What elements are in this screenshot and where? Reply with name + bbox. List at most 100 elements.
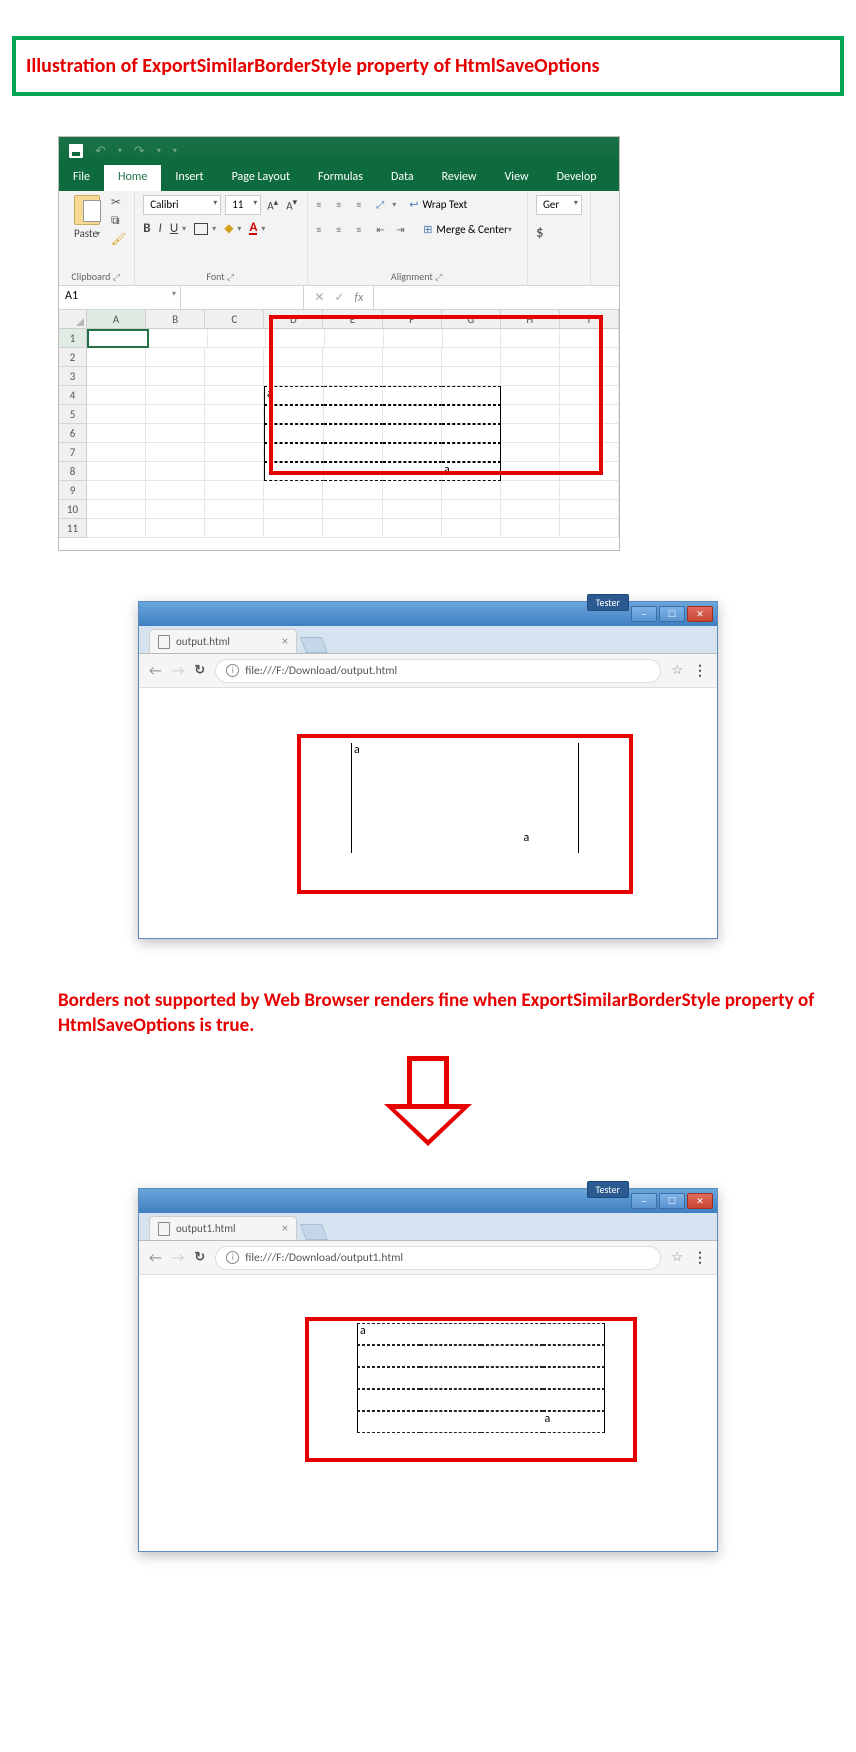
font-size-select[interactable]: 11 xyxy=(225,195,261,215)
info-icon[interactable]: i xyxy=(226,664,239,677)
address-input[interactable]: i file:///F:/Download/output.html xyxy=(215,659,661,683)
select-all-corner[interactable] xyxy=(59,310,87,329)
cell-a1[interactable] xyxy=(87,329,149,348)
tab-close-icon[interactable]: × xyxy=(282,635,288,649)
browser-tab[interactable]: output1.html × xyxy=(149,1216,297,1240)
col-header[interactable]: H xyxy=(501,310,560,329)
alignment-label: Alignment ⤢ xyxy=(316,268,519,283)
align-middle-icon[interactable]: ≡ xyxy=(336,198,350,211)
undo-dropdown-icon[interactable]: ▾ xyxy=(118,146,122,156)
tab-close-icon[interactable]: × xyxy=(282,1222,288,1236)
fx-icon[interactable]: fx xyxy=(354,291,363,305)
bookmark-icon[interactable]: ☆ xyxy=(671,1250,683,1265)
row-header[interactable]: 9 xyxy=(59,481,87,500)
new-tab-button[interactable] xyxy=(300,637,328,653)
menu-icon[interactable]: ⋮ xyxy=(693,662,707,679)
qat-customize-icon[interactable]: ▾ xyxy=(173,146,177,156)
save-icon[interactable] xyxy=(69,144,83,158)
tab-data[interactable]: Data xyxy=(377,165,428,191)
browser-tab[interactable]: output.html × xyxy=(149,629,297,653)
tab-developer[interactable]: Develop xyxy=(543,165,611,191)
align-left-icon[interactable]: ≡ xyxy=(316,223,330,236)
tab-insert[interactable]: Insert xyxy=(161,165,217,191)
font-name-select[interactable]: Calibri xyxy=(143,195,221,215)
row-header[interactable]: 7 xyxy=(59,443,87,462)
close-button[interactable]: ✕ xyxy=(687,606,713,622)
bold-button[interactable]: B xyxy=(143,221,150,236)
tab-home[interactable]: Home xyxy=(104,165,161,191)
reload-button[interactable]: ↻ xyxy=(194,1250,205,1265)
minimize-button[interactable]: ─ xyxy=(631,606,657,622)
align-center-icon[interactable]: ≡ xyxy=(336,223,350,236)
back-button[interactable]: ← xyxy=(149,662,162,679)
align-right-icon[interactable]: ≡ xyxy=(356,223,370,236)
cell-g8[interactable]: a xyxy=(442,462,501,481)
format-painter-icon[interactable]: 🖌 xyxy=(111,232,126,247)
forward-button[interactable]: → xyxy=(172,662,185,679)
row-header[interactable]: 8 xyxy=(59,462,87,481)
cut-icon[interactable]: ✂ xyxy=(111,195,126,210)
border-icon[interactable] xyxy=(194,223,208,235)
back-button[interactable]: ← xyxy=(149,1249,162,1266)
enter-icon[interactable]: ✓ xyxy=(334,290,344,305)
col-header[interactable]: I xyxy=(560,310,619,329)
forward-button[interactable]: → xyxy=(172,1249,185,1266)
tab-view[interactable]: View xyxy=(491,165,543,191)
col-header[interactable]: G xyxy=(442,310,501,329)
decrease-font-icon[interactable]: A▾ xyxy=(284,197,299,213)
orientation-icon[interactable]: ⤢ xyxy=(376,198,390,211)
indent-increase-icon[interactable]: ⇥ xyxy=(396,223,410,236)
bookmark-icon[interactable]: ☆ xyxy=(671,663,683,678)
row-header[interactable]: 4 xyxy=(59,386,87,405)
tab-review[interactable]: Review xyxy=(428,165,491,191)
number-format-select[interactable]: Ger xyxy=(536,195,582,215)
align-bottom-icon[interactable]: ≡ xyxy=(356,198,370,211)
name-box[interactable]: A1 xyxy=(59,286,181,309)
currency-icon[interactable]: $ xyxy=(536,224,544,242)
fill-color-icon[interactable]: ◆ xyxy=(224,221,233,236)
col-header[interactable]: C xyxy=(205,310,264,329)
merge-center-button[interactable]: ⊞Merge & Center ▾ xyxy=(416,220,519,239)
copy-icon[interactable]: ⧉▾ xyxy=(111,214,126,228)
spreadsheet-grid[interactable]: A B C D E F G H I 1 2 3 4 5 6 7 8 9 10 1… xyxy=(59,310,619,550)
close-button[interactable]: ✕ xyxy=(687,1193,713,1209)
row-header[interactable]: 10 xyxy=(59,500,87,519)
paste-button[interactable]: Paste▾ xyxy=(67,195,107,268)
cell-d4[interactable]: a xyxy=(264,386,324,405)
menu-icon[interactable]: ⋮ xyxy=(693,1249,707,1266)
redo-icon[interactable]: ↷ xyxy=(134,144,145,159)
row-header[interactable]: 11 xyxy=(59,519,87,538)
col-header[interactable]: E xyxy=(323,310,382,329)
font-color-icon[interactable]: A xyxy=(249,223,257,235)
tab-file[interactable]: File xyxy=(59,165,104,191)
underline-button[interactable]: U xyxy=(170,221,178,236)
undo-icon[interactable]: ↶ xyxy=(95,144,106,159)
col-header[interactable]: B xyxy=(146,310,205,329)
increase-font-icon[interactable]: A▴ xyxy=(265,197,280,213)
italic-button[interactable]: I xyxy=(159,221,162,236)
reload-button[interactable]: ↻ xyxy=(194,663,205,678)
tab-page-layout[interactable]: Page Layout xyxy=(218,165,304,191)
row-header[interactable]: 5 xyxy=(59,405,87,424)
align-top-icon[interactable]: ≡ xyxy=(316,198,330,211)
info-icon[interactable]: i xyxy=(226,1251,239,1264)
row-header[interactable]: 3 xyxy=(59,367,87,386)
formula-input[interactable] xyxy=(373,286,619,309)
maximize-button[interactable]: ☐ xyxy=(659,606,685,622)
cancel-icon[interactable]: ✕ xyxy=(314,290,324,305)
minimize-button[interactable]: ─ xyxy=(631,1193,657,1209)
indent-decrease-icon[interactable]: ⇤ xyxy=(376,223,390,236)
browser-content: a a xyxy=(139,1275,717,1551)
col-header[interactable]: D xyxy=(264,310,323,329)
address-input[interactable]: i file:///F:/Download/output1.html xyxy=(215,1246,661,1270)
col-header[interactable]: F xyxy=(383,310,442,329)
row-header[interactable]: 6 xyxy=(59,424,87,443)
wrap-text-button[interactable]: ↩Wrap Text xyxy=(402,195,474,214)
row-header[interactable]: 1 xyxy=(59,329,87,348)
redo-dropdown-icon[interactable]: ▾ xyxy=(157,146,161,156)
tab-formulas[interactable]: Formulas xyxy=(304,165,377,191)
col-header[interactable]: A xyxy=(87,310,146,329)
maximize-button[interactable]: ☐ xyxy=(659,1193,685,1209)
new-tab-button[interactable] xyxy=(300,1224,328,1240)
row-header[interactable]: 2 xyxy=(59,348,87,367)
